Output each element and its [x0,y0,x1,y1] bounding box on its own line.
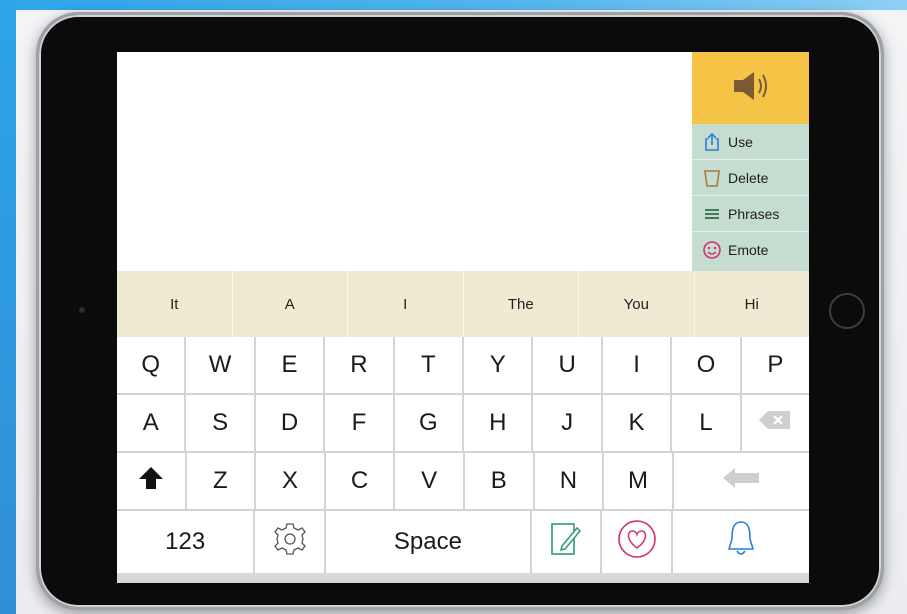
key-p[interactable]: P [741,337,809,393]
key-c[interactable]: C [325,453,396,509]
settings-key[interactable] [255,511,326,573]
key-m[interactable]: M [604,453,674,509]
speaker-icon [730,69,772,108]
prediction-word[interactable]: Hi [695,271,810,337]
key-k[interactable]: K [602,395,673,451]
key-t[interactable]: T [394,337,465,393]
key-q[interactable]: Q [117,337,187,393]
space-key[interactable]: Space [325,511,533,573]
prediction-word[interactable]: A [233,271,348,337]
key-v[interactable]: V [395,453,465,509]
keyboard-row-bottom: 123 Space [117,511,809,573]
key-o[interactable]: O [672,337,742,393]
key-u[interactable]: U [533,337,603,393]
bell-key[interactable] [672,511,809,573]
use-label: Use [728,133,753,150]
use-button[interactable]: Use [692,124,809,160]
home-button[interactable] [829,293,865,329]
keyboard-row-2: A S D F G H J K L [117,395,809,453]
key-l[interactable]: L [672,395,742,451]
trash-icon [702,168,722,188]
front-camera [79,307,85,313]
prediction-word[interactable]: You [579,271,695,337]
key-d[interactable]: D [255,395,326,451]
phrases-button[interactable]: Phrases [692,196,809,232]
prediction-word[interactable]: I [348,271,464,337]
key-a[interactable]: A [117,395,187,451]
heart-icon [616,518,658,567]
delete-button[interactable]: Delete [692,160,809,196]
smiley-icon [702,240,722,260]
key-w[interactable]: W [186,337,256,393]
message-text-area[interactable] [117,52,692,271]
notes-key[interactable] [532,511,603,573]
keyboard: Q W E R T Y U I O P A S D F G H J K L Z … [117,337,809,583]
key-b[interactable]: B [464,453,535,509]
delete-label: Delete [728,169,769,186]
background-blue-strip [0,0,16,614]
key-z[interactable]: Z [186,453,257,509]
shift-key[interactable] [117,453,187,509]
backspace-key[interactable] [741,395,809,451]
phrases-label: Phrases [728,205,780,222]
favorites-key[interactable] [602,511,673,573]
key-i[interactable]: I [602,337,673,393]
keyboard-row-3: Z X C V B N M [117,453,809,511]
emote-label: Emote [728,242,769,258]
tablet-frame: Use Delete Phrases Emote It A I The You … [36,12,884,610]
key-f[interactable]: F [325,395,395,451]
app-screen: Use Delete Phrases Emote It A I The You … [117,52,809,583]
share-icon [702,132,722,152]
speak-button[interactable] [692,52,809,124]
notepad-pencil-icon [549,520,583,565]
key-x[interactable]: X [256,453,326,509]
side-action-panel: Use Delete Phrases Emote [692,124,809,271]
key-r[interactable]: R [325,337,395,393]
key-j[interactable]: J [533,395,603,451]
key-h[interactable]: H [464,395,534,451]
key-n[interactable]: N [534,453,605,509]
shift-arrow-icon [138,466,164,497]
key-s[interactable]: S [186,395,256,451]
keyboard-row-1: Q W E R T Y U I O P [117,337,809,395]
list-icon [702,204,722,224]
return-key[interactable] [673,453,809,509]
return-arrow-icon [722,467,760,496]
key-g[interactable]: G [394,395,465,451]
prediction-word[interactable]: It [117,271,233,337]
gear-icon [270,519,310,566]
numbers-key[interactable]: 123 [117,511,256,573]
word-prediction-bar: It A I The You Hi [117,271,809,337]
bell-icon [726,519,756,566]
key-e[interactable]: E [255,337,326,393]
key-y[interactable]: Y [464,337,534,393]
prediction-word[interactable]: The [464,271,579,337]
background-blue-top [0,0,907,10]
backspace-icon [758,409,792,437]
emote-button[interactable]: Emote [692,232,809,268]
